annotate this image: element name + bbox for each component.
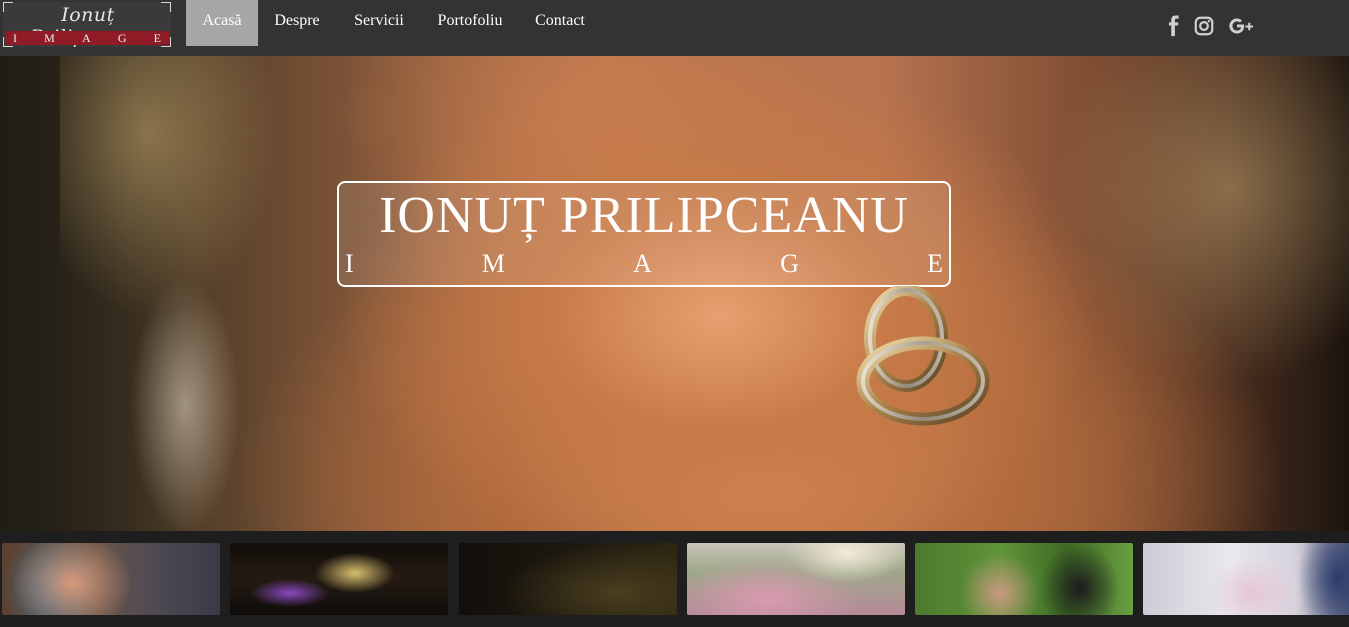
hero-subtitle-letter: A	[633, 249, 652, 278]
thumbnail-bouquet-photo[interactable]	[1143, 543, 1349, 615]
logo-image-band: I M A G E	[5, 31, 169, 45]
hero-subtitle: I M A G E	[345, 249, 943, 279]
nav-link-acasa[interactable]: Acasă	[186, 0, 258, 46]
navbar: Ionuț Prilipceanu I M A G E Acasă Despre…	[0, 0, 1349, 56]
logo-letter: A	[81, 30, 91, 45]
logo-letter: I	[13, 30, 17, 45]
thumbnail-couple-photo[interactable]	[915, 543, 1133, 615]
hero-lace	[130, 276, 240, 531]
thumbnail-dark-photo[interactable]	[459, 543, 677, 615]
facebook-icon[interactable]	[1163, 15, 1185, 37]
google-plus-icon[interactable]	[1227, 15, 1257, 37]
hero-subtitle-letter: G	[780, 249, 799, 278]
hero-title: IONUȚ PRILIPCEANU	[379, 187, 909, 244]
hero-subtitle-letter: E	[927, 249, 943, 278]
logo-letter: G	[117, 30, 127, 45]
hero-subtitle-letter: I	[345, 249, 354, 278]
hero-subtitle-letter: M	[481, 249, 505, 278]
logo-letter: E	[153, 30, 161, 45]
nav-link-contact[interactable]: Contact	[526, 0, 594, 46]
thumbnail-flowers-photo[interactable]	[687, 543, 905, 615]
portfolio-thumbnail-strip	[0, 531, 1349, 627]
thumbnail-baby-photo[interactable]	[2, 543, 220, 615]
instagram-icon[interactable]	[1193, 15, 1215, 37]
logo-corner	[3, 2, 13, 12]
site-logo[interactable]: Ionuț Prilipceanu I M A G E	[3, 2, 171, 48]
hero-hair	[1050, 56, 1349, 386]
nav-link-servicii[interactable]: Servicii	[342, 0, 416, 46]
nav-link-despre[interactable]: Despre	[264, 0, 330, 46]
logo-letter: M	[44, 30, 55, 45]
nav-link-portofoliu[interactable]: Portofoliu	[428, 0, 512, 46]
thumbnail-venue-photo[interactable]	[230, 543, 448, 615]
hero-title-box: IONUȚ PRILIPCEANU I M A G E	[337, 181, 951, 287]
wedding-rings-image	[856, 286, 990, 426]
hero-banner: IONUȚ PRILIPCEANU I M A G E	[0, 56, 1349, 531]
